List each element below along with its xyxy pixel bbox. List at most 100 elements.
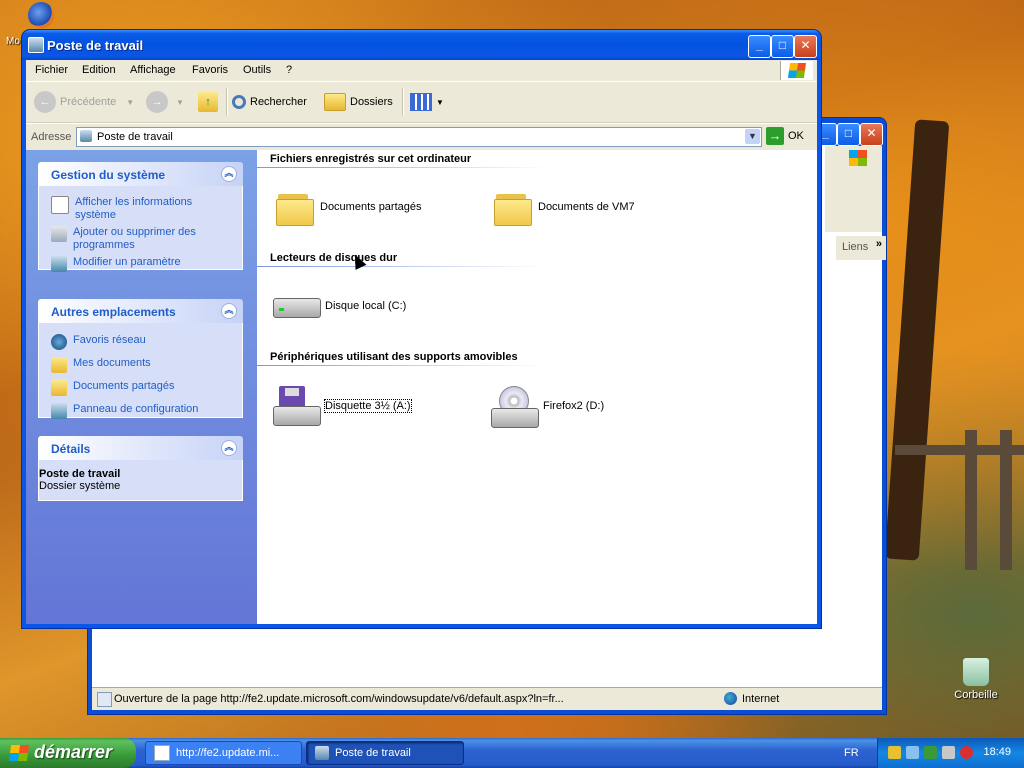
file-view[interactable]: Fichiers enregistrés sur cet ordinateur … [257, 150, 817, 624]
update-icon[interactable] [924, 746, 937, 759]
task-label: http://fe2.update.mi... [176, 747, 280, 759]
network-icon[interactable] [906, 746, 919, 759]
details-panel: Détails ︽ Poste de travail Dossier systè… [38, 436, 243, 501]
folders-icon [324, 93, 346, 111]
task-pane: Gestion du système ︽ Afficher les inform… [26, 150, 257, 624]
address-label: Adresse [31, 131, 72, 143]
maximize-button[interactable]: □ [771, 35, 794, 58]
fence [1000, 430, 1012, 570]
link-add-remove-programs[interactable]: Ajouter ou supprimer des programmes [39, 224, 242, 254]
status-text: Ouverture de la page http://fe2.update.m… [114, 693, 564, 705]
views-button[interactable]: ▼ [410, 90, 444, 114]
link-change-setting[interactable]: Modifier un paramètre [39, 254, 242, 274]
forward-button[interactable]: → ▼ [146, 90, 184, 114]
link-network-places[interactable]: Favoris réseau [39, 331, 242, 355]
forward-arrow-icon: → [146, 91, 168, 113]
panel-body: Afficher les informations système Ajoute… [38, 186, 243, 272]
status-bar: Ouverture de la page http://fe2.update.m… [92, 687, 882, 710]
group-divider [257, 266, 547, 267]
menu-edition[interactable]: Edition [82, 64, 116, 76]
up-folder-button[interactable]: ↑ [198, 90, 218, 114]
item-floppy-a[interactable]: Disquette 3½ (A:) [273, 386, 412, 426]
link-control-panel[interactable]: Panneau de configuration [39, 401, 242, 421]
computer-icon [80, 130, 92, 142]
folders-label: Dossiers [350, 96, 393, 108]
title-bar[interactable]: Poste de travail _ □ ✕ [22, 30, 821, 60]
chevron-right-icon[interactable]: » [876, 238, 882, 250]
collapse-icon[interactable]: ︽ [221, 166, 237, 182]
close-button[interactable]: ✕ [860, 123, 883, 146]
security-shield-icon[interactable] [888, 746, 901, 759]
link-my-documents[interactable]: Mes documents [39, 355, 242, 378]
item-cd-drive-d[interactable]: Firefox2 (D:) [491, 386, 604, 428]
detail-type: Dossier système [39, 480, 121, 492]
desktop-icon-recycle-bin[interactable]: Corbeille [946, 658, 1006, 701]
search-button[interactable]: Rechercher [232, 90, 307, 114]
cd-drive-icon [491, 386, 539, 428]
address-value: Poste de travail [97, 131, 173, 143]
links-label: Liens [842, 241, 869, 253]
close-button[interactable]: ✕ [794, 35, 817, 58]
address-bar: Adresse Poste de travail ▼ → OK [26, 123, 817, 151]
collapse-icon[interactable]: ︽ [221, 440, 237, 456]
control-panel-icon [51, 403, 67, 419]
panel-header[interactable]: Gestion du système ︽ [38, 162, 243, 186]
panel-header[interactable]: Détails ︽ [38, 436, 243, 460]
chevron-down-icon[interactable]: ▼ [745, 129, 760, 144]
menu-affichage[interactable]: Affichage [130, 64, 176, 76]
address-input[interactable]: Poste de travail ▼ [76, 127, 762, 147]
network-icon [51, 334, 67, 350]
menu-outils[interactable]: Outils [243, 64, 271, 76]
taskbar: démarrer http://fe2.update.mi... Poste d… [0, 738, 1024, 768]
go-button[interactable]: → OK [766, 127, 804, 145]
taskbar-item-browser[interactable]: http://fe2.update.mi... [145, 741, 302, 765]
toolbar-separator [226, 88, 228, 116]
back-button[interactable]: ← Précédente ▼ [34, 90, 134, 114]
antivirus-icon[interactable] [942, 746, 955, 759]
maximize-button[interactable]: □ [837, 123, 860, 146]
detail-name: Poste de travail [39, 468, 121, 480]
links-toolbar[interactable]: Liens » [836, 236, 886, 260]
taskbar-item-my-computer[interactable]: Poste de travail [306, 741, 464, 765]
link-label: Mes documents [73, 357, 151, 369]
window-title: Poste de travail [47, 38, 144, 53]
item-shared-documents[interactable]: Documents partagés [276, 190, 422, 226]
fence [965, 430, 977, 570]
link-shared-documents[interactable]: Documents partagés [39, 378, 242, 401]
tree-trunk [884, 119, 950, 561]
link-system-info[interactable]: Afficher les informations système [39, 194, 242, 224]
menu-fichier[interactable]: Fichier [35, 64, 68, 76]
my-computer-window[interactable]: Poste de travail _ □ ✕ Fichier Edition A… [22, 30, 821, 628]
collapse-icon[interactable]: ︽ [221, 303, 237, 319]
chevron-down-icon[interactable]: ▼ [176, 98, 184, 107]
windows-flag-icon [849, 150, 867, 166]
folders-button[interactable]: Dossiers [324, 90, 393, 114]
desktop-icon-firefox[interactable]: Mo [0, 0, 60, 47]
other-places-panel: Autres emplacements ︽ Favoris réseau Mes… [38, 299, 243, 421]
item-local-disk-c[interactable]: Disque local (C:) [273, 290, 406, 322]
alert-icon[interactable] [960, 746, 973, 759]
chevron-down-icon[interactable]: ▼ [126, 98, 134, 107]
go-label: OK [788, 130, 804, 142]
menu-bar: Fichier Edition Affichage Favoris Outils… [26, 60, 817, 82]
documents-icon [51, 357, 67, 373]
link-label: Panneau de configuration [73, 403, 199, 415]
panel-header[interactable]: Autres emplacements ︽ [38, 299, 243, 323]
panel-title: Gestion du système [51, 168, 166, 182]
computer-icon [315, 746, 329, 760]
link-label: Documents partagés [73, 380, 175, 392]
language-indicator[interactable]: FR [844, 747, 859, 759]
panel-title: Détails [51, 442, 91, 456]
item-vm7-documents[interactable]: Documents de VM7 [494, 190, 635, 226]
windows-flag-icon [780, 61, 813, 80]
group-header: Périphériques utilisant des supports amo… [270, 351, 518, 363]
windows-flag-icon [8, 745, 30, 761]
menu-favoris[interactable]: Favoris [192, 64, 228, 76]
minimize-button[interactable]: _ [748, 35, 771, 58]
start-button[interactable]: démarrer [0, 738, 136, 768]
group-header: Lecteurs de disques dur [270, 252, 398, 264]
search-label: Rechercher [250, 96, 307, 108]
folder-icon [276, 190, 314, 226]
menu-help[interactable]: ? [286, 64, 292, 76]
clock: 18:49 [983, 746, 1011, 758]
